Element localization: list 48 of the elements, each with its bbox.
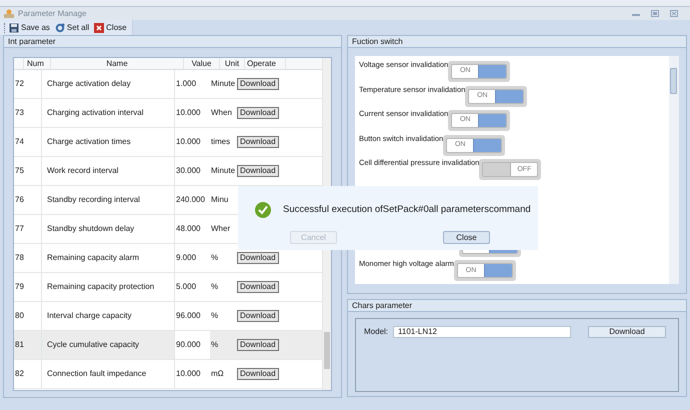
table-cell-text: mΩ (210, 368, 225, 380)
table-cell-text: 78 (14, 252, 25, 264)
table-cell: 5.000 (174, 273, 210, 301)
table-cell: 10.000 (174, 99, 210, 127)
table-cell-text: % (210, 339, 220, 351)
table-cell: 10.000 (174, 128, 210, 156)
table-cell: Charge activation delay (41, 70, 174, 98)
table-cell: 96.000 (174, 302, 210, 330)
panel-title: Fuction switch (348, 36, 686, 48)
table-cell-text: 80 (14, 310, 25, 322)
window-title: Parameter Manage (18, 8, 86, 20)
table-cell: Charge activation times (41, 128, 174, 156)
table-cell-text: 73 (14, 107, 25, 119)
table-cell: 30.000 (174, 157, 210, 185)
table-cell: 1.000 (174, 70, 210, 98)
panel-title: Chars parameter (348, 300, 686, 312)
table-cell-text: Minu (210, 194, 230, 206)
table-cell-text: 81 (14, 339, 25, 351)
table-cell: 240.000 (174, 186, 210, 214)
table-cell-text: 74 (14, 136, 25, 148)
model-label: Model: (364, 326, 388, 338)
table-cell-text: 79 (14, 281, 25, 293)
table-cell: Connection fault impedance (41, 360, 174, 388)
table-cell-text: % (210, 310, 220, 322)
table-cell: Remaining capacity alarm (41, 244, 174, 272)
table-cell-text: 75 (14, 165, 25, 177)
panel-title: Int parameter (4, 36, 341, 48)
table-cell-text: % (210, 252, 220, 264)
table-cell: Interval charge capacity (41, 302, 174, 330)
table-cell-text: 82 (14, 368, 25, 380)
table-cell: Minute (210, 78, 236, 90)
table-cell-text: % (210, 281, 220, 293)
table-cell-text: 72 (14, 78, 25, 90)
table-cell: 9.000 (174, 244, 210, 272)
table-cell-text: Wher (210, 223, 232, 235)
table-cell-text: times (210, 136, 232, 148)
table-cell: 90.000 (174, 331, 210, 359)
table-cell-text: 77 (14, 223, 25, 235)
table-cell: Standby shutdown delay (41, 215, 174, 243)
table-cell-text: 76 (14, 194, 25, 206)
table-cell: Minute (210, 165, 236, 177)
table-cell: Charging activation interval (41, 99, 174, 127)
table-cell: 10.000 (174, 360, 210, 388)
table-cell: Remaining capacity protection (41, 273, 174, 301)
table-cell: Work record interval (41, 157, 174, 185)
table-cell: 48.000 (174, 215, 210, 243)
table-cell: Standby recording interval (41, 186, 174, 214)
table-cell-text: When (210, 107, 233, 119)
